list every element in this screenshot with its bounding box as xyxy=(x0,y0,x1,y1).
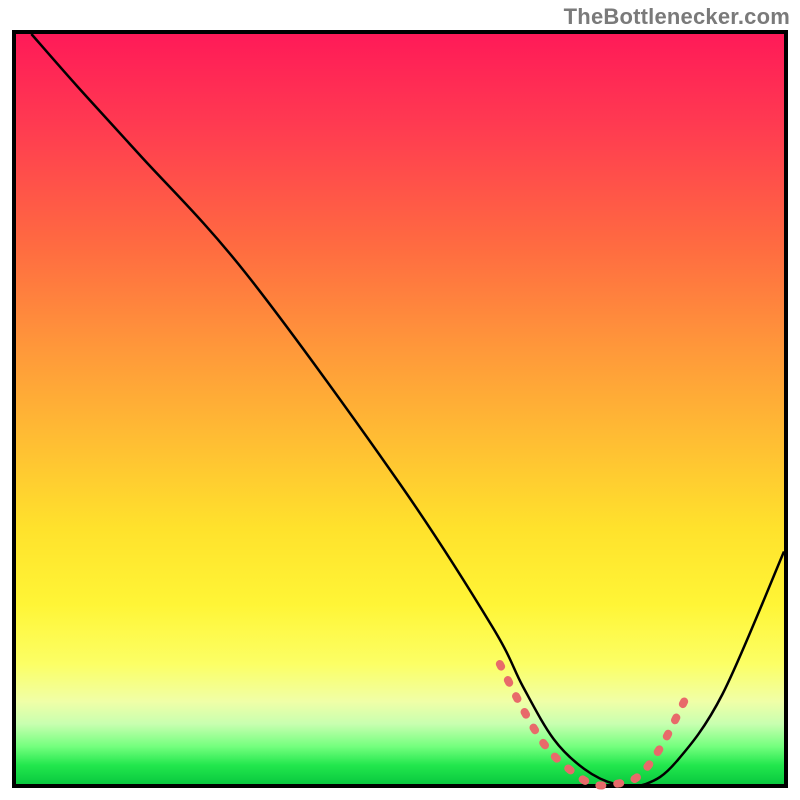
optimal-range-marker xyxy=(500,664,684,785)
bottleneck-curve xyxy=(31,34,784,786)
attribution-text: TheBottlenecker.com xyxy=(564,4,790,30)
curve-overlay xyxy=(16,34,784,784)
chart-frame: TheBottlenecker.com xyxy=(0,0,800,800)
plot-area xyxy=(12,30,788,788)
